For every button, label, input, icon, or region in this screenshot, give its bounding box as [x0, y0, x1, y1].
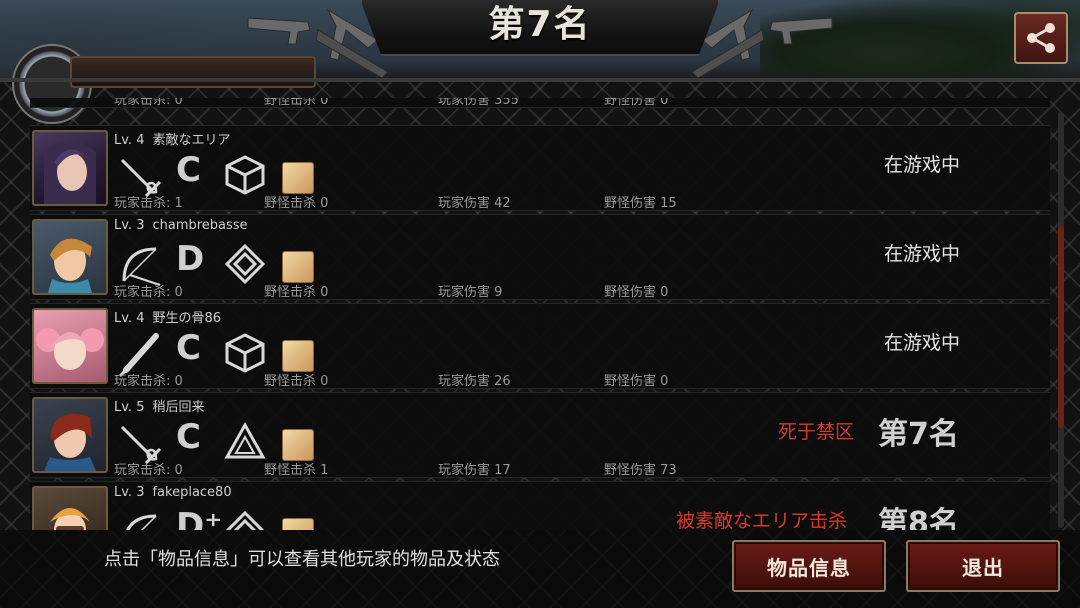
share-icon — [1027, 23, 1055, 53]
cube-armor-icon — [225, 333, 265, 373]
monster-kills: 野怪击杀 0 — [264, 98, 329, 108]
grade-letter: D⁺ — [176, 506, 223, 530]
share-button[interactable] — [1014, 12, 1068, 64]
panel-top-border — [0, 78, 1080, 82]
player-kills: 玩家击杀: 0 — [114, 374, 183, 389]
diamond-armor-icon — [224, 243, 266, 285]
player-damage: 玩家伤害 17 — [438, 463, 511, 478]
list-scrollbar[interactable] — [1058, 112, 1064, 528]
final-rank: 第7名 — [878, 417, 959, 452]
rank-title: 第7名 — [488, 4, 592, 45]
hint-text: 点击「物品信息」可以查看其他玩家的物品及状态 — [104, 549, 500, 570]
player-damage: 玩家伤害 9 — [438, 285, 503, 300]
bow-icon — [126, 514, 157, 530]
item-slot-icon[interactable] — [282, 162, 314, 194]
player-result-list[interactable]: 玩家击杀: 0 野怪击杀 0 玩家伤害 355 野怪伤害 0 Lv. 4 素敵なエ… — [30, 98, 1050, 530]
player-level-name: Lv. 4 野生の骨86 — [114, 311, 222, 326]
cube-armor-icon — [225, 155, 265, 195]
player-level-name: Lv. 4 素敵なエリア — [114, 133, 231, 148]
character-portrait — [44, 140, 96, 204]
player-level-name: Lv. 5 稍后回来 — [114, 400, 205, 415]
grade-letter: C — [176, 328, 201, 368]
player-kills: 玩家击杀: 0 — [114, 285, 183, 300]
monster-damage: 野怪伤害 15 — [604, 196, 677, 211]
monster-damage: 野怪伤害 0 — [604, 374, 669, 389]
character-portrait — [36, 328, 104, 370]
monster-kills: 野怪击杀 0 — [264, 374, 329, 389]
monster-damage: 野怪伤害 73 — [604, 463, 677, 478]
player-row[interactable]: Lv. 5 稍后回来 C 玩家击杀: 0 野怪击杀 1 玩家伤害 17 野怪伤害 … — [30, 392, 1050, 478]
final-rank: 第8名 — [878, 506, 959, 530]
monster-kills: 野怪击杀 0 — [264, 196, 329, 211]
status-in-game: 在游戏中 — [883, 243, 960, 265]
scrollbar-thumb[interactable] — [1058, 226, 1064, 428]
status-in-game: 在游戏中 — [883, 332, 960, 354]
player-row[interactable]: Lv. 4 素敵なエリア C 玩家击杀: 1 野怪击杀 0 玩家伤害 42 野怪伤… — [30, 125, 1050, 211]
player-avatar — [32, 219, 108, 295]
player-row[interactable]: Lv. 3 chambrebasse D 玩家击杀: 0 野怪击杀 0 玩家伤害 … — [30, 214, 1050, 300]
player-avatar — [32, 130, 108, 206]
triangle-armor-icon — [224, 421, 266, 459]
player-row[interactable]: Lv. 4 野生の骨86 C 玩家击杀: 0 野怪击杀 0 玩家伤害 26 野怪伤… — [30, 303, 1050, 389]
item-slot-icon[interactable] — [282, 251, 314, 283]
player-level-name: Lv. 3 chambrebasse — [114, 218, 248, 233]
grade-letter: C — [176, 150, 201, 190]
player-row-partial[interactable]: 玩家击杀: 0 野怪击杀 0 玩家伤害 355 野怪伤害 0 — [30, 98, 1050, 108]
player-avatar — [32, 397, 108, 473]
player-avatar — [32, 308, 108, 384]
monster-kills: 野怪击杀 0 — [264, 285, 329, 300]
player-row[interactable]: Lv. 3 fakeplace80 D⁺ 被素敵なエリア击杀 第8名 — [30, 481, 1050, 530]
player-kills: 玩家击杀: 0 — [114, 463, 183, 478]
item-slot-icon[interactable] — [282, 340, 314, 372]
exit-button[interactable]: 退出 — [906, 540, 1060, 592]
player-damage: 玩家伤害 355 — [438, 98, 519, 108]
monster-damage: 野怪伤害 0 — [604, 98, 669, 108]
status-in-game: 在游戏中 — [883, 154, 960, 176]
grade-letter: D — [176, 239, 205, 279]
player-kills: 玩家击杀: 0 — [114, 98, 183, 108]
player-damage: 玩家伤害 26 — [438, 374, 511, 389]
item-slot-icon[interactable] — [282, 518, 314, 530]
death-cause: 被素敵なエリア击杀 — [676, 510, 848, 530]
item-info-button[interactable]: 物品信息 — [732, 540, 886, 592]
item-slot-icon[interactable] — [282, 429, 314, 461]
character-portrait — [44, 413, 96, 471]
player-avatar — [32, 486, 108, 530]
diamond-armor-icon — [225, 510, 265, 530]
monster-damage: 野怪伤害 0 — [604, 285, 669, 300]
player-damage: 玩家伤害 42 — [438, 196, 511, 211]
character-portrait — [48, 238, 92, 293]
death-cause: 死于禁区 — [778, 421, 855, 443]
player-kills: 玩家击杀: 1 — [114, 196, 183, 211]
player-level-name: Lv. 3 fakeplace80 — [114, 485, 232, 500]
grade-letter: C — [176, 417, 201, 457]
character-portrait — [50, 508, 90, 530]
monster-kills: 野怪击杀 1 — [264, 463, 329, 478]
